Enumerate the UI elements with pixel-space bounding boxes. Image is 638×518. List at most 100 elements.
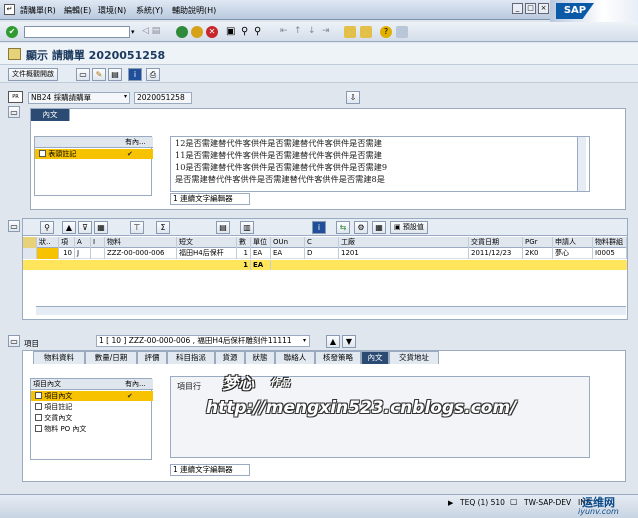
menu-item-environment[interactable]: 環境(N): [98, 5, 126, 16]
status-session[interactable]: TEQ (1) 510: [460, 498, 505, 507]
other-document-icon[interactable]: ▭: [76, 68, 90, 81]
status-expand-icon[interactable]: ▶: [448, 499, 453, 507]
item-selector-dropdown-icon[interactable]: ▾: [303, 337, 306, 344]
collapse-header-icon[interactable]: ▭: [8, 106, 20, 118]
sort-icon[interactable]: ⊤: [130, 221, 144, 234]
layout-menu-icon[interactable]: [396, 26, 408, 38]
tab-release-strategy[interactable]: 核發策略: [315, 351, 361, 364]
shortcut-icon[interactable]: [360, 26, 372, 38]
tab-texts[interactable]: 內文: [361, 351, 389, 364]
tab-account-assignment[interactable]: 科目指派: [167, 351, 215, 364]
menu-item-system[interactable]: 系統(Y): [136, 5, 163, 16]
col-short-text[interactable]: 短文: [177, 237, 237, 248]
row-selector[interactable]: [23, 248, 37, 259]
header-text-editor[interactable]: 12是否需建替代件客供件是否需建替代件客供件是否需建 11是否需建替代件客供件是…: [170, 136, 590, 192]
tab-quantity-date[interactable]: 數量/日期: [85, 351, 137, 364]
print-preview-icon[interactable]: ⎙: [146, 68, 160, 81]
enter-icon[interactable]: ✔: [6, 26, 18, 38]
transfer-icon[interactable]: ⇆: [336, 221, 350, 234]
save-icon[interactable]: ◁ ▤: [142, 26, 160, 36]
col-status[interactable]: 狀..: [37, 237, 59, 248]
tab-source[interactable]: 貨源: [215, 351, 245, 364]
select-all-icon[interactable]: [23, 237, 37, 248]
last-page-icon[interactable]: ⇥: [322, 26, 330, 36]
list-item[interactable]: 項目內文 ✔: [31, 391, 153, 401]
list-item[interactable]: 項目註記: [31, 402, 153, 412]
col-purchasing-group[interactable]: PGr: [523, 237, 553, 248]
tab-valuation[interactable]: 評價: [137, 351, 167, 364]
close-window-button[interactable]: ×: [538, 3, 549, 14]
col-item-category[interactable]: I: [91, 237, 105, 248]
header-editor-select[interactable]: 1 連續文字編輯器: [170, 193, 250, 205]
col-order-unit[interactable]: OUn: [271, 237, 305, 248]
back-icon[interactable]: [176, 26, 188, 38]
col-account-assignment[interactable]: A: [75, 237, 91, 248]
lock-icon[interactable]: ▲: [62, 221, 76, 234]
menu-item-help[interactable]: 輔助說明(H): [172, 5, 216, 16]
menu-item-purchase-req[interactable]: 請購單(R): [20, 5, 56, 16]
display-change-icon[interactable]: ✎: [92, 68, 106, 81]
table-row[interactable]: 10 J ZZZ-00-000-006 福田H4后保杆 1 EA EA D 12…: [23, 248, 627, 259]
check-icon[interactable]: ▤: [108, 68, 122, 81]
next-page-icon[interactable]: ↓: [308, 26, 316, 36]
cell-quantity: 1: [237, 248, 251, 259]
command-field[interactable]: [24, 26, 130, 38]
col-delivery-date[interactable]: 交貨日期: [469, 237, 523, 248]
export-icon[interactable]: ▤: [216, 221, 230, 234]
doc-type-dropdown-icon[interactable]: ▾: [124, 93, 127, 100]
new-session-icon[interactable]: [344, 26, 356, 38]
sum-icon[interactable]: Σ: [156, 221, 170, 234]
collapse-items-icon[interactable]: ▭: [8, 220, 20, 232]
col-item[interactable]: 項: [59, 237, 75, 248]
help-icon[interactable]: ?: [380, 26, 392, 38]
prev-page-icon[interactable]: ↑: [294, 26, 302, 36]
info-icon[interactable]: i: [312, 221, 326, 234]
restore-button[interactable]: □: [525, 3, 536, 14]
col-quantity[interactable]: 數: [237, 237, 251, 248]
filter-icon[interactable]: ⊽: [78, 221, 92, 234]
personal-settings-icon[interactable]: ⇩: [346, 91, 360, 104]
next-item-icon[interactable]: ▼: [342, 335, 356, 348]
command-dropdown-icon[interactable]: ▾: [131, 28, 135, 36]
find-next-icon[interactable]: ⚲: [254, 26, 261, 37]
col-material-group[interactable]: 物料群組: [593, 237, 627, 248]
list-item[interactable]: 物料 PO 內文: [31, 424, 153, 434]
print-icon[interactable]: ▣: [226, 26, 235, 37]
delete-row-icon[interactable]: ▦: [94, 221, 108, 234]
document-overview-button[interactable]: 文件概觀開啟: [8, 68, 58, 81]
list-item[interactable]: 表頭註記 ✔: [35, 149, 153, 159]
table-icon[interactable]: ▦: [372, 221, 386, 234]
find-icon[interactable]: ⚲: [241, 26, 248, 37]
text-scrollbar[interactable]: [577, 137, 586, 191]
tab-contact[interactable]: 聯絡人: [275, 351, 315, 364]
col-unit[interactable]: 單位: [251, 237, 271, 248]
default-values-button[interactable]: ▣ 預設值: [390, 221, 428, 234]
collapse-item-detail-icon[interactable]: ▭: [8, 335, 20, 347]
list-item[interactable]: 交貨內文: [31, 413, 153, 423]
cancel-icon[interactable]: ✕: [206, 26, 218, 38]
details-icon[interactable]: ⚲: [40, 221, 54, 234]
settings-icon[interactable]: ⚙: [354, 221, 368, 234]
menu-item-edit[interactable]: 編輯(E): [64, 5, 91, 16]
tab-status[interactable]: 狀態: [245, 351, 275, 364]
tab-header-text[interactable]: 內文: [30, 108, 70, 121]
info-icon[interactable]: i: [128, 68, 142, 81]
col-plant[interactable]: 工廠: [339, 237, 469, 248]
previous-item-icon[interactable]: ▲: [326, 335, 340, 348]
exit-icon[interactable]: [191, 26, 203, 38]
tab-material-data[interactable]: 物料資料: [33, 351, 85, 364]
col-category[interactable]: C: [305, 237, 339, 248]
app-icon[interactable]: ↵: [4, 4, 15, 15]
item-table-hscrollbar[interactable]: [36, 306, 626, 315]
item-editor-select[interactable]: 1 連續文字編輯器: [170, 464, 250, 476]
cell-account-assignment: J: [75, 248, 91, 259]
document-type-field[interactable]: NB24 採購請購單: [28, 92, 130, 104]
layout-icon[interactable]: ▥: [240, 221, 254, 234]
minimize-button[interactable]: _: [512, 3, 523, 14]
col-material[interactable]: 物料: [105, 237, 177, 248]
first-page-icon[interactable]: ⇤: [280, 26, 288, 36]
item-selector-field[interactable]: 1 [ 10 ] ZZZ-00-000-006 , 福田H4后保杆雕刻件1111…: [96, 335, 310, 347]
tab-delivery-address[interactable]: 交貨地址: [389, 351, 439, 364]
document-number-field[interactable]: 2020051258: [134, 92, 192, 104]
col-requisitioner[interactable]: 申請人: [553, 237, 593, 248]
